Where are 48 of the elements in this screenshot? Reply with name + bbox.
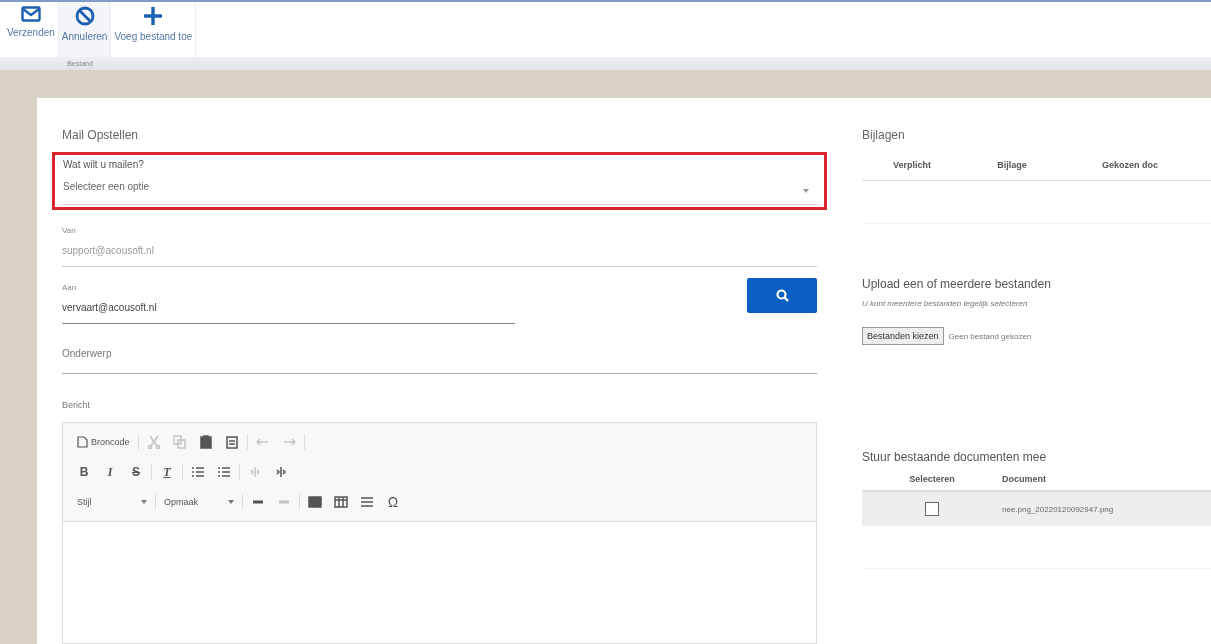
cancel-icon: [74, 6, 95, 26]
choose-files-button[interactable]: Bestanden kiezen: [862, 327, 944, 345]
ribbon-button[interactable]: Annuleren: [58, 2, 112, 57]
ribbon-button[interactable]: Voeg bestand toe: [111, 2, 197, 57]
format-button[interactable]: Ω: [382, 492, 404, 512]
hline-icon: [360, 495, 374, 509]
numlist-icon: [191, 465, 205, 479]
input-field[interactable]: Onderwerp: [62, 336, 817, 374]
paste-icon: [198, 435, 213, 449]
dropdown[interactable]: Opmaak: [160, 495, 238, 509]
caret-icon: [803, 189, 809, 193]
hint-text: U kunt meerdere bestanden tegelijk selecteren: [862, 299, 1029, 308]
format-button[interactable]: I: [99, 462, 121, 482]
envelope-icon: [20, 6, 41, 22]
outdent-icon: [248, 465, 262, 479]
bullist-icon: [217, 465, 231, 479]
caret-icon: [141, 500, 147, 504]
section-title: Stuur bestaande documenten mee: [862, 450, 1048, 464]
pastetext-icon: [224, 435, 239, 449]
format-button[interactable]: S: [125, 463, 147, 481]
source-button[interactable]: Broncode: [73, 434, 134, 450]
copy-icon: [172, 435, 187, 449]
column-header: Bijlage: [996, 160, 1028, 170]
plus-icon: [143, 6, 164, 26]
clear-format-button[interactable]: T: [156, 462, 178, 482]
table-icon: [334, 495, 348, 509]
select-field[interactable]: Wat wilt u mailen? Selecteer een optie: [63, 159, 817, 205]
column-header: Selecteren: [908, 474, 956, 484]
indent-icon: [274, 465, 288, 479]
section-title: Bijlagen: [862, 128, 906, 142]
file-status: Geen bestand gekozen: [948, 331, 1032, 341]
dropdown[interactable]: Stijl: [73, 495, 151, 509]
input-field[interactable]: Aan vervaart@acousoft.nl: [62, 273, 515, 324]
search-button[interactable]: [747, 278, 817, 313]
field-label: Bericht: [62, 400, 91, 410]
caret-icon: [228, 500, 234, 504]
search-icon: [775, 289, 789, 302]
checkbox[interactable]: [925, 502, 939, 516]
column-header: Document: [1002, 474, 1046, 484]
table-cell: nee.png_20220120092947.png: [1002, 504, 1114, 514]
format-button[interactable]: B: [73, 463, 95, 481]
section-title: Mail Opstellen: [62, 128, 140, 142]
document-icon: [77, 436, 88, 448]
cut-icon: [146, 435, 161, 449]
column-header: Gekozen doc: [1102, 160, 1158, 170]
ribbon-button[interactable]: Verzenden: [4, 2, 59, 57]
column-header: Verplicht: [892, 160, 932, 170]
section-title: Upload een of meerdere bestanden: [862, 277, 1052, 291]
